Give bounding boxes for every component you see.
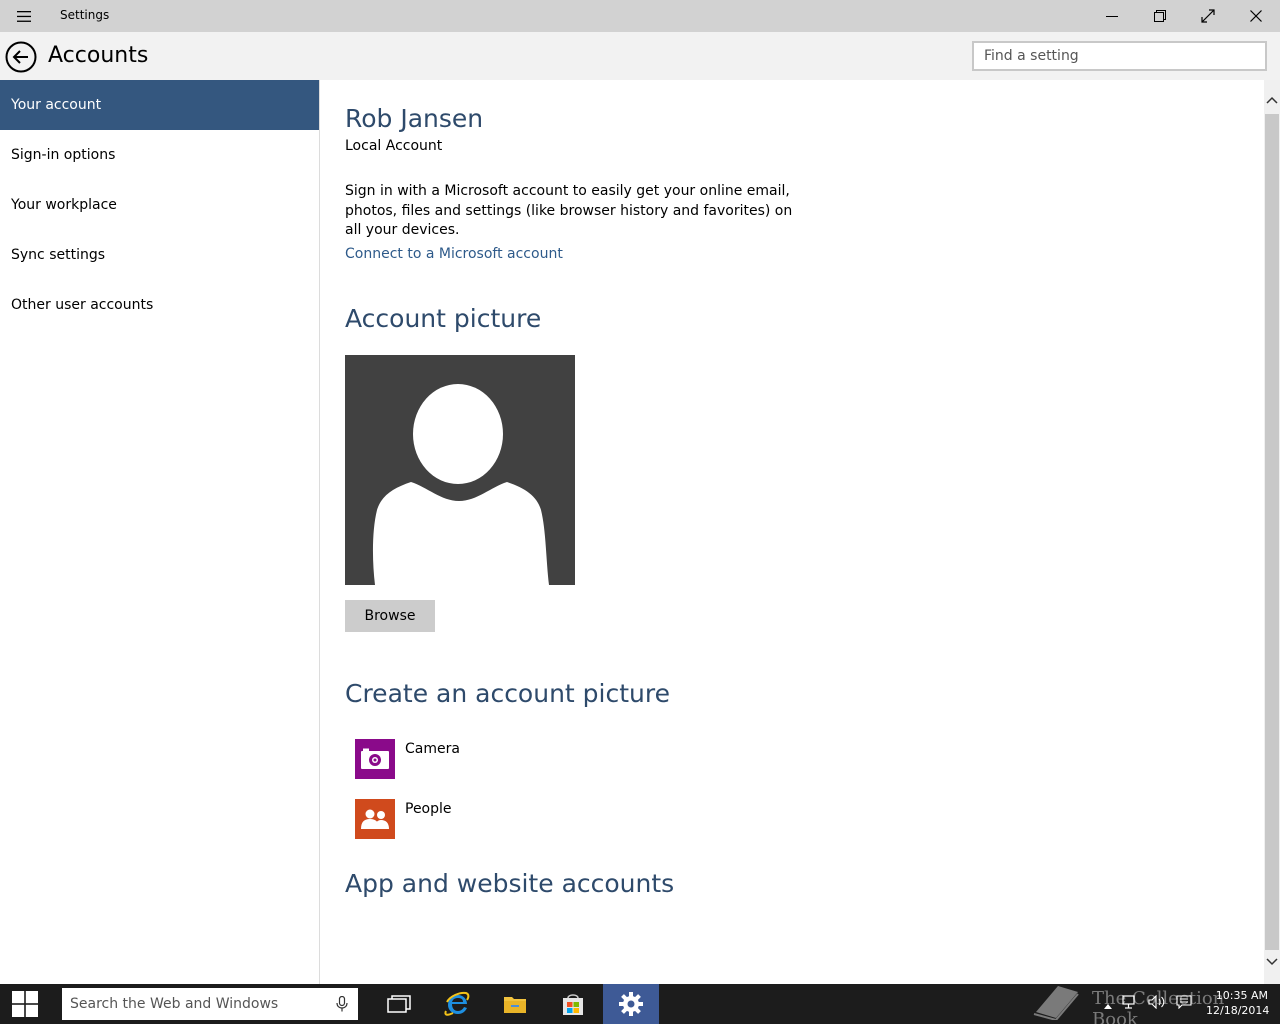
account-type: Local Account	[345, 138, 443, 154]
account-picture	[345, 355, 575, 585]
main-content: Rob Jansen Local Account Sign in with a …	[321, 80, 1264, 984]
create-account-picture-heading: Create an account picture	[345, 679, 670, 708]
show-hidden-icons-icon[interactable]	[1104, 994, 1112, 1013]
taskbar-search-box[interactable]	[62, 988, 358, 1020]
find-setting-input[interactable]	[972, 41, 1267, 71]
connect-microsoft-account-link[interactable]: Connect to a Microsoft account	[345, 246, 563, 262]
window-title: Settings	[60, 8, 110, 22]
restore-button[interactable]	[1136, 0, 1184, 32]
sidebar-item-label: Your workplace	[11, 197, 117, 213]
sidebar-item-label: Sync settings	[11, 247, 106, 263]
taskbar-search-input[interactable]	[62, 989, 322, 1019]
store-icon[interactable]	[546, 984, 600, 1024]
file-explorer-icon[interactable]	[488, 984, 542, 1024]
back-arrow-icon[interactable]	[5, 41, 37, 73]
taskbar: The Collection Book 10:35 AM 12/18/2014	[0, 984, 1280, 1024]
notifications-icon[interactable]	[1176, 994, 1192, 1013]
default-user-icon	[372, 384, 549, 585]
account-picture-heading: Account picture	[345, 304, 542, 333]
account-description: Sign in with a Microsoft account to easi…	[345, 183, 793, 238]
app-website-accounts-heading: App and website accounts	[345, 869, 675, 898]
user-name: Rob Jansen	[345, 104, 484, 133]
scroll-thumb[interactable]	[1265, 114, 1279, 950]
sidebar-item-label: Other user accounts	[11, 297, 154, 313]
vertical-scrollbar[interactable]	[1264, 80, 1280, 984]
sidebar-item-label: Your account	[11, 97, 102, 113]
scroll-up-icon[interactable]	[1264, 92, 1280, 108]
people-icon	[355, 799, 395, 839]
scroll-down-icon[interactable]	[1264, 954, 1280, 970]
clock-date: 12/18/2014	[1206, 1004, 1270, 1017]
system-tray	[1104, 994, 1192, 1013]
close-button[interactable]	[1232, 0, 1280, 32]
volume-icon[interactable]	[1148, 994, 1166, 1013]
internet-explorer-icon[interactable]	[430, 984, 484, 1024]
microphone-icon[interactable]	[336, 995, 348, 1016]
hamburger-menu-icon[interactable]	[11, 7, 37, 25]
task-view-icon[interactable]	[372, 984, 426, 1024]
book-icon	[1033, 986, 1079, 1020]
network-icon[interactable]	[1122, 994, 1138, 1013]
page-title: Accounts	[48, 43, 149, 68]
sidebar-item-sign-in-options[interactable]: Sign-in options	[0, 130, 319, 180]
sidebar: Your account Sign-in options Your workpl…	[0, 80, 320, 984]
settings-gear-icon[interactable]	[603, 984, 659, 1024]
sidebar-item-sync-settings[interactable]: Sync settings	[0, 230, 319, 280]
fullscreen-button[interactable]	[1184, 0, 1232, 32]
camera-app-item[interactable]: Camera	[355, 739, 460, 779]
sidebar-item-label: Sign-in options	[11, 147, 116, 163]
camera-icon	[355, 739, 395, 779]
people-app-item[interactable]: People	[355, 799, 452, 839]
people-label: People	[405, 801, 452, 817]
windows-start-icon[interactable]	[0, 984, 50, 1024]
clock[interactable]: 10:35 AM 12/18/2014	[1206, 988, 1270, 1018]
page-header: Accounts	[0, 32, 1280, 80]
sidebar-item-your-workplace[interactable]: Your workplace	[0, 180, 319, 230]
clock-time: 10:35 AM	[1215, 989, 1268, 1002]
title-bar: Settings	[0, 0, 1280, 32]
browse-button[interactable]: Browse	[345, 600, 435, 632]
camera-label: Camera	[405, 741, 460, 757]
sidebar-item-other-user-accounts[interactable]: Other user accounts	[0, 280, 319, 330]
minimize-button[interactable]	[1088, 0, 1136, 32]
sidebar-item-your-account[interactable]: Your account	[0, 80, 319, 130]
